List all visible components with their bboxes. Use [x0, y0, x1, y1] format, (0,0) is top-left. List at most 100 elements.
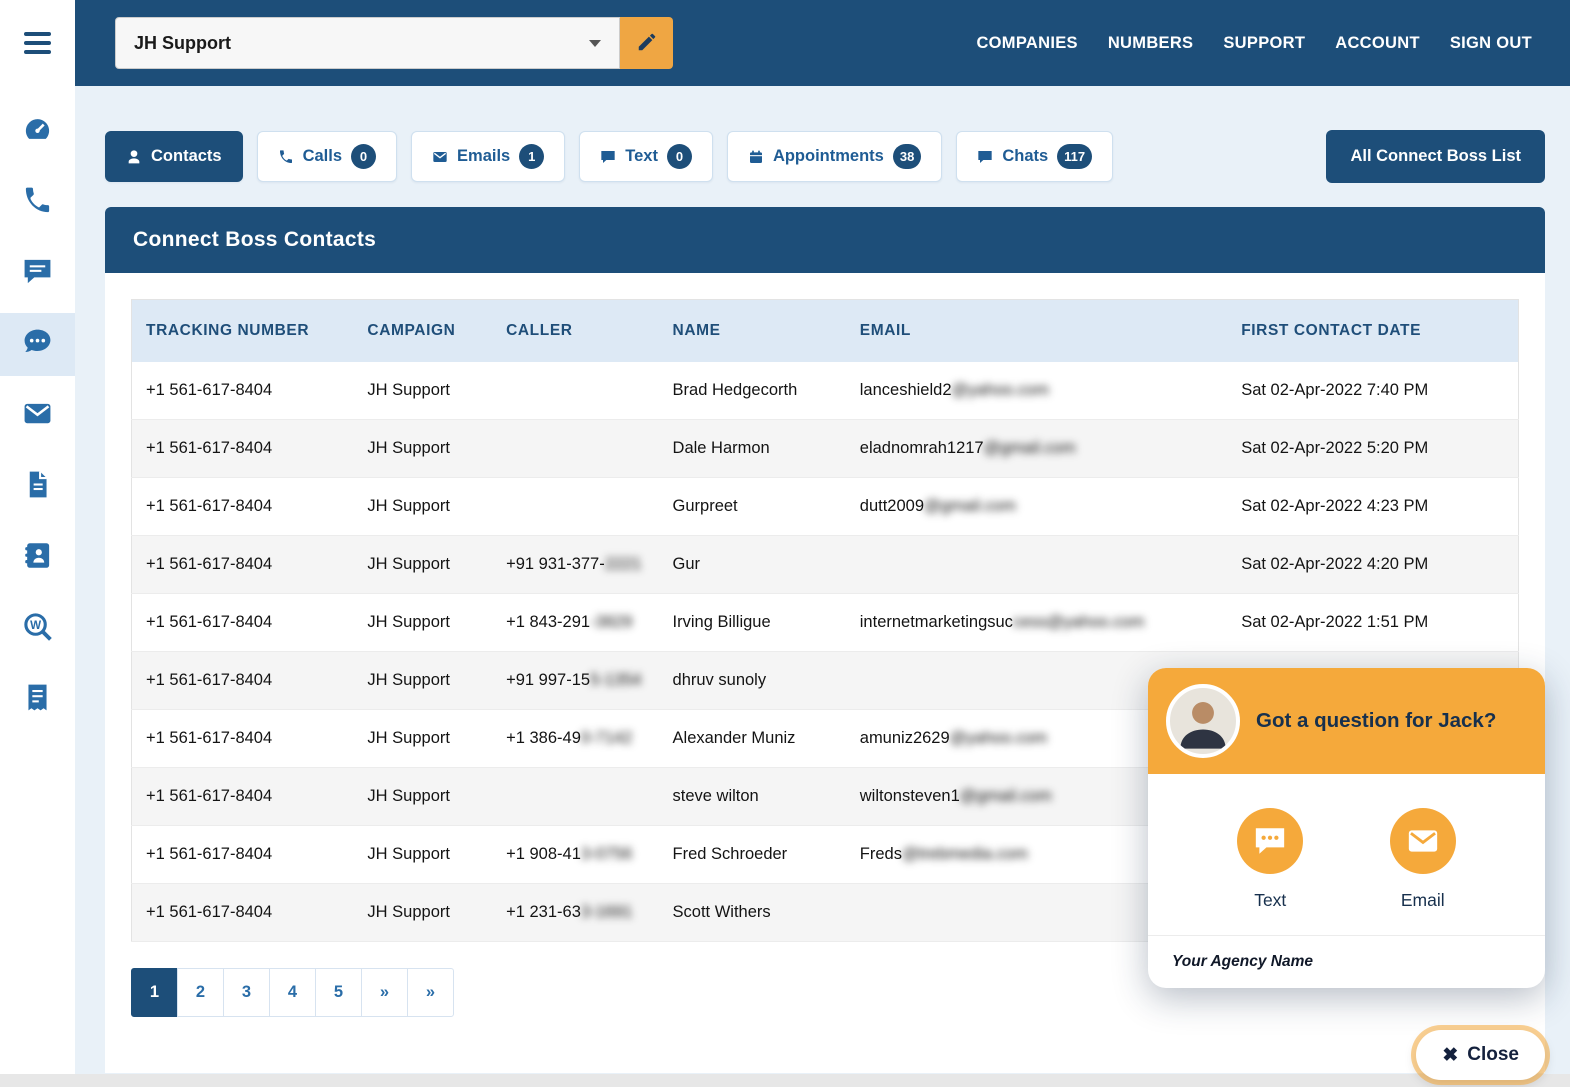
- tab-badge: 0: [667, 144, 692, 169]
- col-tracking-number: TRACKING NUMBER: [132, 300, 354, 363]
- cell-campaign: JH Support: [353, 768, 492, 826]
- cell-first-contact-date: Sat 02-Apr-2022 5:20 PM: [1227, 420, 1518, 478]
- cell-caller: +1 908-413-0756: [492, 826, 658, 884]
- redacted-email: @yahoo.com: [952, 381, 1049, 399]
- cell-tracking-number: +1 561-617-8404: [132, 652, 354, 710]
- sidebar-item-calls[interactable]: [0, 171, 75, 234]
- cell-campaign: JH Support: [353, 710, 492, 768]
- cell-first-contact-date: Sat 02-Apr-2022 7:40 PM: [1227, 362, 1518, 420]
- close-chat-button[interactable]: ✖ Close: [1416, 1030, 1545, 1080]
- redacted-email: @gmail.com: [924, 497, 1016, 515]
- chat-bubble-icon: [22, 256, 53, 292]
- receipt-icon: [22, 682, 53, 718]
- comment-icon: [977, 149, 993, 165]
- hamburger-menu-icon[interactable]: [0, 0, 75, 86]
- company-select[interactable]: JH Support: [115, 17, 620, 69]
- tab-appointments[interactable]: Appointments 38: [727, 131, 942, 182]
- tab-badge: 38: [893, 144, 921, 169]
- table-row[interactable]: +1 561-617-8404 JH Support +91 931-377-2…: [132, 536, 1519, 594]
- cell-name: Alexander Muniz: [659, 710, 846, 768]
- sidebar-item-email[interactable]: [0, 384, 75, 447]
- pagination-page-1[interactable]: 1: [131, 968, 178, 1017]
- cell-first-contact-date: Sat 02-Apr-2022 4:20 PM: [1227, 536, 1518, 594]
- cell-caller: [492, 478, 658, 536]
- cell-tracking-number: +1 561-617-8404: [132, 536, 354, 594]
- panel-title: Connect Boss Contacts: [133, 228, 376, 252]
- nav-account[interactable]: ACCOUNT: [1335, 34, 1420, 53]
- pagination-page-4[interactable]: 4: [269, 968, 316, 1017]
- sidebar-item-chats[interactable]: [0, 242, 75, 305]
- table-row[interactable]: +1 561-617-8404 JH Support Brad Hedgecor…: [132, 362, 1519, 420]
- redacted-caller-digits: 3-1691: [581, 903, 632, 921]
- envelope-icon: [432, 149, 448, 165]
- sidebar-item-word-search[interactable]: W: [0, 597, 75, 660]
- cell-caller: +91 997-155-1354: [492, 652, 658, 710]
- col-caller: CALLER: [492, 300, 658, 363]
- table-row[interactable]: +1 561-617-8404 JH Support +1 843-291-38…: [132, 594, 1519, 652]
- panel-header: Connect Boss Contacts: [105, 207, 1545, 273]
- cell-campaign: JH Support: [353, 536, 492, 594]
- redacted-email: @trebmedia.com: [902, 845, 1028, 863]
- cell-tracking-number: +1 561-617-8404: [132, 362, 354, 420]
- table-row[interactable]: +1 561-617-8404 JH Support Gurpreet dutt…: [132, 478, 1519, 536]
- pagination-page-5[interactable]: 5: [315, 968, 362, 1017]
- chat-email-button[interactable]: Email: [1390, 808, 1456, 911]
- sidebar-item-contacts-book[interactable]: [0, 526, 75, 589]
- sidebar-item-dashboard[interactable]: [0, 100, 75, 163]
- tab-label: Appointments: [773, 147, 884, 166]
- cell-email: internetmarketingsuccess@yahoo.com: [846, 594, 1227, 652]
- cell-name: Brad Hedgecorth: [659, 362, 846, 420]
- chat-text-button[interactable]: Text: [1237, 808, 1303, 911]
- cell-caller: +1 843-291-3829: [492, 594, 658, 652]
- cell-name: steve wilton: [659, 768, 846, 826]
- cell-email: [846, 536, 1227, 594]
- table-row[interactable]: +1 561-617-8404 JH Support Dale Harmon e…: [132, 420, 1519, 478]
- sidebar-item-sms[interactable]: [0, 313, 75, 376]
- cell-first-contact-date: Sat 02-Apr-2022 1:51 PM: [1227, 594, 1518, 652]
- cell-name: Gurpreet: [659, 478, 846, 536]
- cell-tracking-number: +1 561-617-8404: [132, 710, 354, 768]
- phone-icon: [22, 185, 53, 221]
- cell-campaign: JH Support: [353, 826, 492, 884]
- dashboard-gauge-icon: [22, 114, 53, 150]
- comment-icon: [600, 149, 616, 165]
- redacted-caller-digits: 5-1354: [590, 671, 641, 689]
- tab-contacts[interactable]: Contacts: [105, 131, 243, 182]
- cell-tracking-number: +1 561-617-8404: [132, 826, 354, 884]
- tab-text[interactable]: Text 0: [579, 131, 713, 182]
- envelope-icon: [1390, 808, 1456, 874]
- redacted-caller-digits: 3-0756: [581, 845, 632, 863]
- edit-company-button[interactable]: [620, 17, 673, 69]
- tab-calls[interactable]: Calls 0: [257, 131, 397, 182]
- cell-name: Gur: [659, 536, 846, 594]
- pagination-page-3[interactable]: 3: [223, 968, 270, 1017]
- tab-label: Emails: [457, 147, 510, 166]
- nav-numbers[interactable]: NUMBERS: [1108, 34, 1194, 53]
- cell-name: Scott Withers: [659, 884, 846, 942]
- phone-icon: [278, 149, 294, 165]
- cell-name: Irving Billigue: [659, 594, 846, 652]
- tab-emails[interactable]: Emails 1: [411, 131, 565, 182]
- tab-label: Text: [625, 147, 658, 166]
- table-header-row: TRACKING NUMBER CAMPAIGN CALLER NAME EMA…: [132, 300, 1519, 363]
- cell-caller: +1 386-490-7142: [492, 710, 658, 768]
- sidebar-item-documents[interactable]: [0, 455, 75, 518]
- all-connect-boss-list-button[interactable]: All Connect Boss List: [1326, 130, 1545, 183]
- sidebar-item-receipts[interactable]: [0, 668, 75, 731]
- cell-tracking-number: +1 561-617-8404: [132, 420, 354, 478]
- nav-sign-out[interactable]: SIGN OUT: [1450, 34, 1532, 53]
- pagination-next[interactable]: »: [361, 968, 408, 1017]
- agency-name: Your Agency Name: [1148, 935, 1545, 988]
- cell-email: dutt2009@gmail.com: [846, 478, 1227, 536]
- cell-caller: +91 931-377-2221: [492, 536, 658, 594]
- nav-support[interactable]: SUPPORT: [1223, 34, 1305, 53]
- nav-companies[interactable]: COMPANIES: [976, 34, 1077, 53]
- cell-caller: [492, 362, 658, 420]
- horizontal-scrollbar[interactable]: [0, 1074, 1570, 1087]
- cell-campaign: JH Support: [353, 652, 492, 710]
- pagination-last[interactable]: »: [407, 968, 454, 1017]
- pagination-page-2[interactable]: 2: [177, 968, 224, 1017]
- tab-chats[interactable]: Chats 117: [956, 131, 1113, 182]
- col-email: EMAIL: [846, 300, 1227, 363]
- redacted-email: @gmail.com: [960, 787, 1052, 805]
